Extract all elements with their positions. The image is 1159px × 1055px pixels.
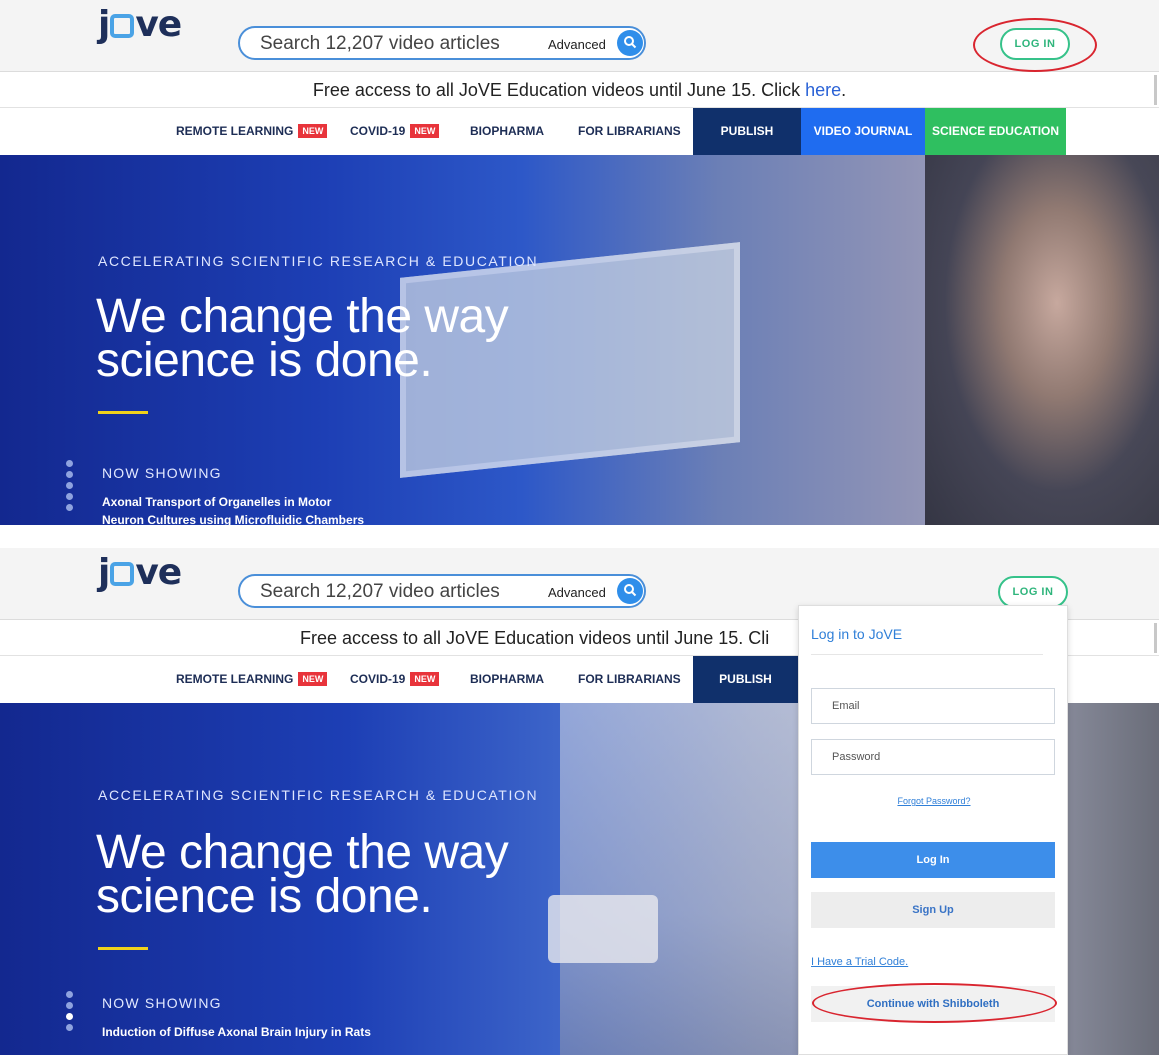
advanced-search-link[interactable]: Advanced	[548, 37, 606, 52]
hero-background-outlet	[548, 895, 658, 963]
scrollbar[interactable]	[1154, 623, 1157, 653]
hero-headline-line1: We change the way	[96, 826, 509, 879]
password-input[interactable]	[812, 740, 1054, 774]
nav-covid-19[interactable]: COVID-19 NEW	[350, 656, 440, 703]
search-button[interactable]	[617, 30, 643, 56]
jove-logo[interactable]: j ve	[98, 5, 182, 45]
search-input[interactable]	[260, 580, 520, 604]
hero-accent-line	[98, 411, 148, 414]
login-button[interactable]: LOG IN	[1000, 28, 1070, 60]
carousel-dot[interactable]	[66, 482, 73, 489]
hero-background-lab	[560, 703, 820, 1055]
nav-video-journal[interactable]: VIDEO JOURNAL	[801, 108, 925, 155]
search-button[interactable]	[617, 578, 643, 604]
nav-for-librarians[interactable]: FOR LIBRARIANS	[578, 656, 681, 703]
search-icon	[624, 584, 637, 597]
hero-background-researcher	[925, 155, 1159, 525]
search-bar: Advanced	[238, 574, 646, 608]
new-badge: NEW	[410, 124, 440, 138]
password-field[interactable]	[811, 739, 1055, 775]
trial-code-link[interactable]: I Have a Trial Code.	[811, 956, 908, 968]
nav-biopharma[interactable]: BIOPHARMA	[470, 108, 544, 155]
advanced-search-link[interactable]: Advanced	[548, 585, 606, 600]
login-panel: Log in to JoVE Forgot Password? Log In S…	[798, 605, 1068, 1055]
nav-covid-19[interactable]: COVID-19 NEW	[350, 108, 440, 155]
carousel-dots[interactable]	[66, 991, 74, 1035]
nav-remote-learning[interactable]: REMOTE LEARNING NEW	[176, 656, 328, 703]
now-showing-label: NOW SHOWING	[102, 995, 222, 1011]
banner-text: Free access to all JoVE Education videos…	[312, 80, 806, 100]
nav-remote-learning[interactable]: REMOTE LEARNING NEW	[176, 108, 328, 155]
forgot-password-link[interactable]: Forgot Password?	[799, 796, 1069, 806]
carousel-dot[interactable]	[66, 991, 73, 998]
carousel-dot[interactable]	[66, 1002, 73, 1009]
hero-section: ACCELERATING SCIENTIFIC RESEARCH & EDUCA…	[0, 155, 1159, 525]
sign-up-button[interactable]: Sign Up	[811, 892, 1055, 928]
login-button[interactable]: LOG IN	[998, 576, 1068, 608]
carousel-dot-active[interactable]	[66, 1013, 73, 1020]
hero-headline-line2: science is done.	[96, 334, 433, 387]
screenshot-before-login: jve Advanced LOG IN Free access to all J…	[0, 0, 1159, 525]
carousel-dot[interactable]	[66, 504, 73, 511]
new-badge: NEW	[410, 672, 440, 686]
login-panel-title: Log in to JoVE	[811, 626, 903, 642]
carousel-dots[interactable]	[66, 460, 74, 515]
hero-background-monitor	[400, 242, 740, 478]
now-showing-title-line1[interactable]: Axonal Transport of Organelles in Motor	[102, 495, 331, 509]
banner-text-truncated: Free access to all JoVE Education videos…	[300, 628, 770, 648]
jove-logo[interactable]: j ve	[98, 553, 182, 593]
new-badge: NEW	[298, 124, 328, 138]
search-bar: Advanced	[238, 26, 646, 60]
divider	[811, 654, 1043, 655]
banner-period: .	[841, 80, 847, 100]
carousel-dot[interactable]	[66, 471, 73, 478]
hero-kicker: ACCELERATING SCIENTIFIC RESEARCH & EDUCA…	[98, 253, 539, 269]
hero-accent-line	[98, 947, 148, 950]
site-header: jve Advanced LOG IN	[0, 0, 1159, 72]
carousel-dot[interactable]	[66, 1024, 73, 1031]
now-showing-title-line1[interactable]: Induction of Diffuse Axonal Brain Injury…	[102, 1025, 371, 1039]
new-badge: NEW	[298, 672, 328, 686]
nav-for-librarians[interactable]: FOR LIBRARIANS	[578, 108, 681, 155]
nav-biopharma[interactable]: BIOPHARMA	[470, 656, 544, 703]
email-input[interactable]	[812, 689, 1054, 723]
nav-science-education[interactable]: SCIENCE EDUCATION	[925, 108, 1066, 155]
search-icon	[624, 36, 637, 49]
carousel-dot[interactable]	[66, 460, 73, 467]
screenshot-separator	[0, 525, 1159, 548]
email-field[interactable]	[811, 688, 1055, 724]
hero-headline-line2: science is done.	[96, 870, 433, 923]
shibboleth-button[interactable]: Continue with Shibboleth	[811, 986, 1055, 1022]
promo-banner: Free access to all JoVE Education videos…	[0, 72, 1159, 108]
now-showing-label: NOW SHOWING	[102, 465, 222, 481]
scrollbar[interactable]	[1154, 75, 1157, 105]
hero-headline-line1: We change the way	[96, 290, 509, 343]
hero-kicker: ACCELERATING SCIENTIFIC RESEARCH & EDUCA…	[98, 787, 539, 803]
main-nav: REMOTE LEARNING NEW COVID-19 NEW BIOPHARMA…	[0, 108, 1159, 155]
now-showing-title-line2[interactable]: Neuron Cultures using Microfluidic Chamb…	[102, 513, 364, 525]
log-in-button[interactable]: Log In	[811, 842, 1055, 878]
search-input[interactable]	[260, 32, 520, 56]
nav-publish[interactable]: PUBLISH	[693, 108, 801, 155]
nav-publish[interactable]: PUBLISH	[693, 656, 798, 703]
carousel-dot[interactable]	[66, 493, 73, 500]
banner-here-link[interactable]: here	[805, 80, 841, 100]
